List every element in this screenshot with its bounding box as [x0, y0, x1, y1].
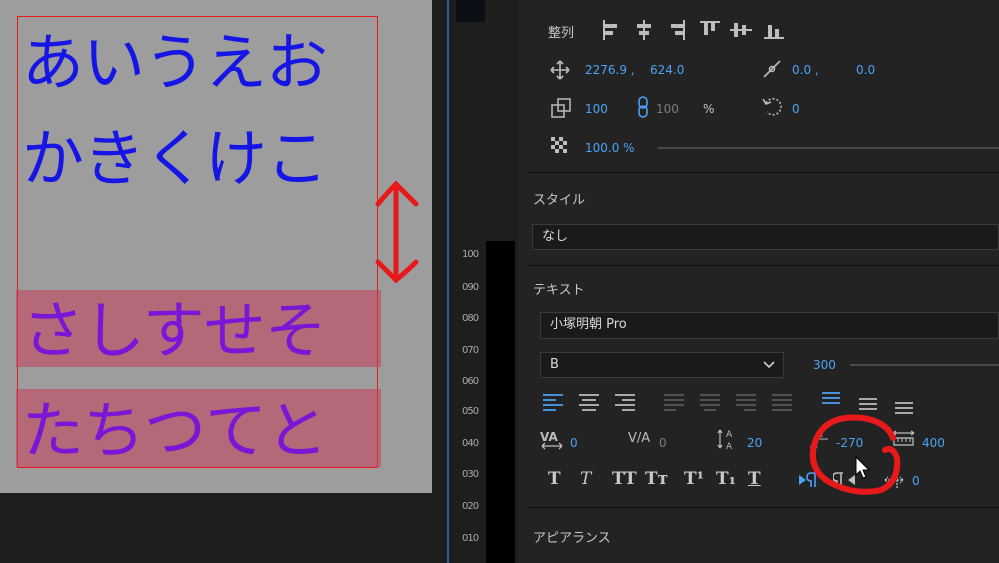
opacity-slider[interactable]: [658, 147, 999, 149]
style-value: なし: [542, 229, 569, 244]
subscript-button[interactable]: T₁: [716, 469, 736, 489]
align-bottom-icon: [764, 37, 784, 39]
monitor-footer: [0, 493, 447, 563]
meter-tick: 080: [462, 313, 479, 324]
anchor-point-icon: [763, 60, 781, 78]
align-hcenter-icon: [643, 20, 645, 40]
align-text-right-icon: [615, 394, 635, 411]
svg-text:VA: VA: [540, 430, 558, 444]
scale-width-value[interactable]: 100: [656, 102, 679, 116]
meter-tick: 040: [462, 438, 479, 449]
text-top-align-icon: [822, 392, 840, 404]
leading-value[interactable]: 20: [747, 436, 762, 450]
chevron-down-icon: [763, 361, 775, 369]
underline-button[interactable]: T: [748, 469, 761, 489]
faux-italic-button[interactable]: T: [580, 469, 591, 489]
clip-thumbnail[interactable]: [456, 0, 485, 22]
align-text-center-icon: [579, 394, 599, 411]
tsume-value[interactable]: 400: [922, 436, 945, 450]
faux-bold-button[interactable]: T: [548, 469, 561, 489]
svg-text:V/A: V/A: [628, 431, 650, 446]
section-divider: [528, 265, 999, 266]
mouse-cursor-icon: [855, 455, 871, 479]
audio-meter-bar: [486, 241, 515, 563]
svg-text:A: A: [726, 430, 733, 440]
anchor-y-value[interactable]: 0.0: [856, 63, 875, 77]
meter-tick: 090: [462, 282, 479, 293]
justify-last-right-icon: [736, 394, 756, 411]
preview-text-line-3[interactable]: さしすせそ: [22, 296, 327, 366]
text-section-label: テキスト: [533, 283, 585, 298]
align-buttons-group: [603, 20, 784, 40]
preview-text-line-2: かきくけこ: [22, 122, 328, 195]
appearance-label: アピアランス: [533, 531, 611, 546]
annotation-double-arrow-icon: [375, 180, 419, 284]
meter-tick: 070: [462, 345, 479, 356]
position-icon: [550, 60, 570, 80]
meter-tick: 020: [462, 501, 479, 512]
font-family-dropdown[interactable]: 小塚明朝 Pro: [540, 312, 999, 339]
opacity-value[interactable]: 100.0 %: [585, 141, 635, 155]
font-size-slider[interactable]: [850, 364, 999, 366]
align-vcenter-icon: [730, 29, 752, 31]
meter-tick: 060: [462, 376, 479, 387]
all-caps-button[interactable]: TT: [612, 469, 637, 489]
rotation-icon: [762, 97, 782, 116]
align-left-icon: [603, 20, 605, 40]
font-style-dropdown[interactable]: B: [540, 352, 784, 378]
scale-value[interactable]: 100: [585, 102, 608, 116]
position-y-value[interactable]: 624.0: [650, 63, 684, 77]
meter-tick: 030: [462, 469, 479, 480]
text-vcenter-align-icon: [859, 398, 877, 410]
kerning-value[interactable]: 0: [570, 436, 578, 450]
opacity-icon: [551, 137, 567, 153]
link-scale-icon[interactable]: [636, 96, 650, 118]
style-label: スタイル: [533, 193, 586, 208]
tracking-icon: V/A: [628, 431, 650, 446]
font-style-value: B: [550, 357, 559, 372]
align-text-left-icon: [543, 394, 563, 411]
small-caps-button[interactable]: Tт: [645, 469, 668, 489]
meter-tick: 050: [462, 406, 479, 417]
justify-last-left-icon: [664, 394, 684, 411]
justify-last-center-icon: [700, 394, 720, 411]
font-size-value[interactable]: 300: [813, 358, 836, 372]
rotation-value[interactable]: 0: [792, 102, 800, 116]
section-divider: [528, 507, 999, 508]
leading-icon: AA: [717, 429, 733, 451]
justify-all-icon: [772, 394, 792, 411]
anchor-x-value[interactable]: 0.0 ,: [792, 63, 819, 77]
style-dropdown[interactable]: なし: [532, 224, 999, 250]
svg-text:A: A: [726, 442, 733, 451]
superscript-button[interactable]: T¹: [684, 469, 704, 489]
meter-tick: 010: [462, 533, 479, 544]
position-x-value[interactable]: 2276.9 ,: [585, 63, 635, 77]
scale-unit: %: [703, 102, 715, 116]
preview-text-line-4[interactable]: たちつてと: [22, 396, 328, 466]
tab-width-value[interactable]: 0: [912, 474, 920, 488]
align-right-icon: [683, 20, 685, 40]
align-label: 整列: [548, 26, 575, 41]
scale-icon: [551, 98, 571, 118]
section-divider: [528, 172, 999, 173]
meter-tick: 100: [462, 249, 479, 260]
preview-text-line-1: あいうえお: [22, 26, 328, 99]
kerning-icon: VA: [540, 430, 563, 450]
align-top-icon: [700, 21, 720, 23]
font-family-value: 小塚明朝 Pro: [550, 317, 627, 332]
tracking-value[interactable]: 0: [659, 436, 667, 450]
